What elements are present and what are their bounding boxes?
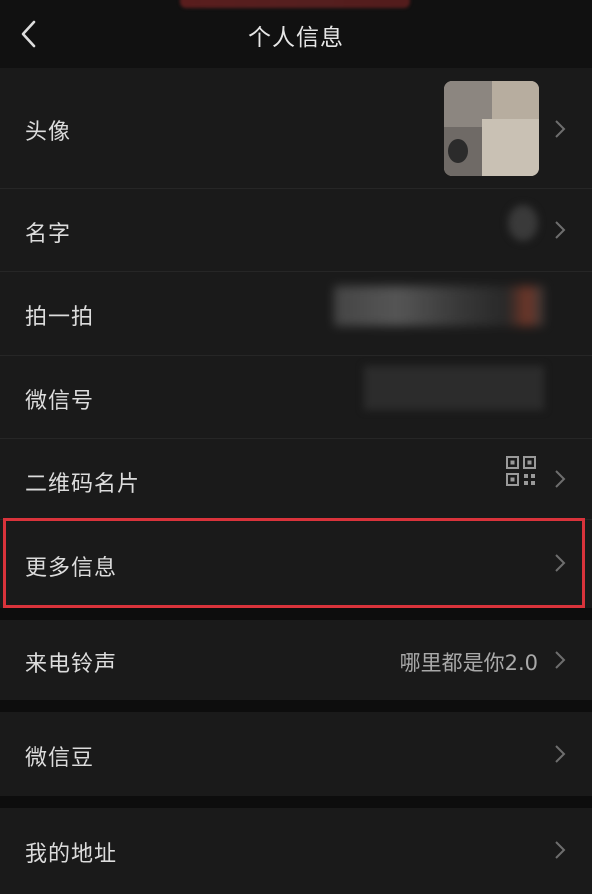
- row-name[interactable]: 名字: [0, 189, 592, 271]
- avatar[interactable]: [444, 81, 539, 176]
- name-value-blurred: [508, 205, 538, 241]
- top-overlay-text-blur: [180, 0, 410, 8]
- section-gap: [0, 700, 592, 712]
- row-ringtone[interactable]: 来电铃声 哪里都是你2.0: [0, 620, 592, 700]
- row-label-ringtone: 来电铃声: [25, 652, 118, 677]
- section-gap: [0, 796, 592, 808]
- row-label-wechat-id: 微信号: [25, 389, 95, 414]
- row-label-name: 名字: [25, 222, 72, 247]
- row-label-pat: 拍一拍: [25, 305, 95, 330]
- row-label-qr-card: 二维码名片: [25, 472, 141, 497]
- row-wechat-beans[interactable]: 微信豆: [0, 712, 592, 796]
- chevron-right-icon: [555, 470, 566, 488]
- chevron-right-icon: [555, 745, 566, 763]
- row-more-info[interactable]: 更多信息: [0, 520, 592, 608]
- row-label-more-info: 更多信息: [25, 556, 118, 581]
- row-wechat-id[interactable]: 微信号: [0, 356, 592, 438]
- section-gap: [0, 608, 592, 620]
- chevron-right-icon: [555, 651, 566, 669]
- ringtone-value: 哪里都是你2.0: [399, 651, 538, 675]
- chevron-right-icon: [555, 120, 566, 138]
- wechat-id-value-blurred: [364, 366, 544, 410]
- page-title: 个人信息: [248, 25, 344, 51]
- row-my-address[interactable]: 我的地址: [0, 808, 592, 894]
- row-qr-card[interactable]: 二维码名片: [0, 439, 592, 519]
- chevron-right-icon: [555, 221, 566, 239]
- personal-info-screen: 个人信息 头像 名字 拍一拍 微信号 二维码名片 更多信息 来电铃声 哪里都是你…: [0, 0, 592, 894]
- row-label-avatar: 头像: [25, 120, 72, 145]
- pat-value-blurred: [334, 286, 544, 326]
- row-pat[interactable]: 拍一拍: [0, 272, 592, 355]
- header-bar: 个人信息: [0, 0, 592, 68]
- chevron-right-icon: [555, 554, 566, 572]
- qr-code-icon: [506, 456, 536, 486]
- chevron-right-icon: [555, 841, 566, 859]
- row-label-wechat-beans: 微信豆: [25, 746, 95, 771]
- row-avatar[interactable]: 头像: [0, 68, 592, 188]
- row-label-my-address: 我的地址: [25, 842, 118, 867]
